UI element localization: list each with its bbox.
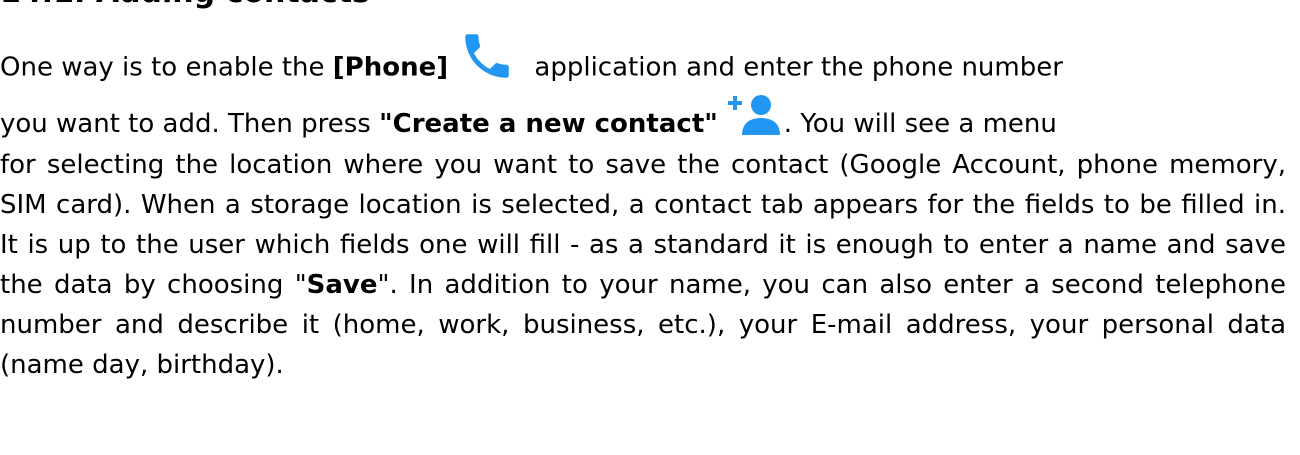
section-heading: 14.1. Adding contacts (0, 0, 370, 12)
menu-text: . You will see a menu (783, 109, 1057, 139)
press-text: you want to add. Then press (0, 109, 380, 139)
add-contact-icon (727, 94, 780, 135)
save-label: Save (306, 270, 378, 300)
paragraph-line-2: you want to add. Then press "Create a ne… (0, 94, 1286, 145)
phone-handset-icon (465, 34, 509, 78)
after-phone-text: application and enter the phone number (526, 52, 1063, 83)
phone-app-label: [Phone] (332, 52, 449, 83)
instruction-paragraph: One way is to enable the [Phone] applica… (0, 34, 1286, 385)
intro-text: One way is to enable the (0, 52, 333, 83)
paragraph-line-1: One way is to enable the [Phone] applica… (0, 34, 1286, 95)
create-contact-label: "Create a new contact" (379, 109, 718, 139)
